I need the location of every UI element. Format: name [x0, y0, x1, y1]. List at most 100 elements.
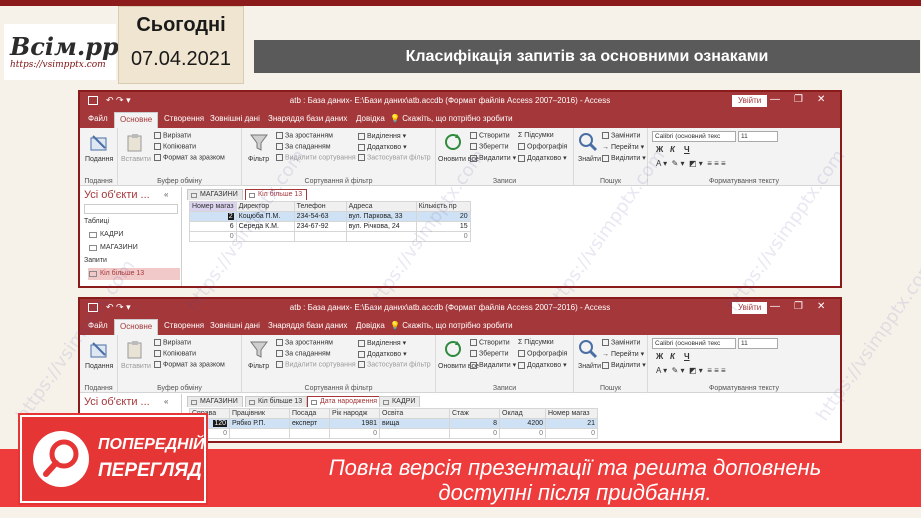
- font-family-select[interactable]: Calibri (основний текс: [652, 338, 736, 349]
- sign-in-button[interactable]: Увійти: [732, 302, 768, 314]
- sort-descending-button[interactable]: За спаданням: [276, 350, 331, 357]
- column-header[interactable]: Рік народж: [329, 408, 380, 419]
- nav-item-mahazyny[interactable]: МАГАЗИНИ: [88, 242, 180, 254]
- nav-pane-collapse-icon[interactable]: «: [164, 190, 168, 199]
- nav-pane-collapse-icon[interactable]: «: [164, 397, 168, 406]
- replace-button[interactable]: Замінити: [602, 132, 640, 139]
- find-button[interactable]: Знайти: [578, 156, 601, 163]
- cell[interactable]: 0: [189, 231, 237, 242]
- column-header[interactable]: Адреса: [345, 201, 417, 212]
- tab-create[interactable]: Створення: [164, 114, 204, 123]
- remove-sort-button[interactable]: Видалити сортування: [276, 361, 356, 368]
- nav-item-query[interactable]: Кіл більше 13: [88, 268, 180, 280]
- undo-icon[interactable]: ↶ ↷ ▾: [106, 302, 131, 313]
- nav-search-input[interactable]: [84, 204, 178, 214]
- italic-button[interactable]: К: [670, 145, 675, 154]
- datasheet-grid[interactable]: Справа Працівник Посада Рік народж Освіт…: [189, 408, 598, 439]
- datasheet-grid[interactable]: Номер магаз Директор Телефон Адреса Кіль…: [189, 201, 471, 242]
- view-icon[interactable]: [88, 339, 110, 361]
- cell[interactable]: 0: [499, 428, 546, 439]
- cell[interactable]: експерт: [289, 418, 330, 429]
- undo-icon[interactable]: ↶ ↷ ▾: [106, 95, 131, 106]
- paste-button[interactable]: Вставити: [121, 156, 151, 163]
- sign-in-button[interactable]: Увійти: [732, 95, 768, 107]
- column-header[interactable]: Освіта: [379, 408, 450, 419]
- refresh-icon[interactable]: [442, 338, 464, 360]
- tab-external-data[interactable]: Зовнішні дані: [210, 114, 260, 123]
- copy-button[interactable]: Копіювати: [154, 143, 196, 150]
- column-header[interactable]: Оклад: [499, 408, 546, 419]
- sort-ascending-button[interactable]: За зростанням: [276, 132, 333, 139]
- spelling-button[interactable]: Орфографія: [518, 143, 567, 150]
- cell[interactable]: [289, 428, 330, 439]
- table-row-new[interactable]: 0 0 0 0 0: [189, 428, 598, 439]
- totals-button[interactable]: Σ Підсумки: [518, 132, 554, 139]
- paste-icon[interactable]: [124, 339, 146, 361]
- more-records-button[interactable]: Додатково ▾: [518, 361, 567, 369]
- cut-button[interactable]: Вирізати: [154, 132, 191, 139]
- font-size-select[interactable]: 11: [738, 131, 778, 142]
- table-row[interactable]: 2 Коцюба П.М. 234-54-63 вул. Паркова, 33…: [189, 211, 471, 222]
- cell[interactable]: 0: [545, 428, 598, 439]
- new-record-button[interactable]: Створити: [470, 339, 510, 346]
- cell[interactable]: [379, 428, 450, 439]
- cell[interactable]: 234-54-63: [293, 211, 347, 222]
- cell[interactable]: 6: [189, 221, 237, 232]
- tab-database-tools[interactable]: Знаряддя бази даних: [268, 114, 347, 123]
- selection-button[interactable]: Виділення ▾: [358, 339, 406, 347]
- select-button[interactable]: Виділити ▾: [602, 361, 646, 369]
- font-size-select[interactable]: 11: [738, 338, 778, 349]
- view-button[interactable]: Подання: [85, 363, 113, 370]
- column-header[interactable]: Директор: [235, 201, 295, 212]
- paste-button[interactable]: Вставити: [121, 363, 151, 370]
- format-painter-button[interactable]: Формат за зразком: [154, 154, 225, 161]
- column-header[interactable]: Кількість пр: [415, 201, 471, 212]
- cell[interactable]: 2: [189, 211, 237, 222]
- tab-home[interactable]: Основне: [114, 319, 159, 335]
- table-row-new[interactable]: 0 0: [189, 231, 471, 242]
- sort-descending-button[interactable]: За спаданням: [276, 143, 331, 150]
- tell-me-box[interactable]: 💡 Скажіть, що потрібно зробити: [390, 114, 513, 123]
- cell[interactable]: вища: [379, 418, 450, 429]
- doc-tab-mahazyny[interactable]: МАГАЗИНИ: [187, 189, 243, 200]
- nav-item-kadry[interactable]: КАДРИ: [88, 229, 180, 241]
- column-header[interactable]: Номер магаз: [189, 201, 237, 212]
- column-header[interactable]: Посада: [289, 408, 330, 419]
- find-icon[interactable]: [577, 338, 599, 360]
- find-icon[interactable]: [577, 131, 599, 153]
- save-record-button[interactable]: Зберегти: [470, 143, 509, 150]
- cut-button[interactable]: Вирізати: [154, 339, 191, 346]
- column-header[interactable]: Телефон: [293, 201, 347, 212]
- doc-tab-birthdate-query[interactable]: Дата народження: [307, 396, 383, 407]
- cell[interactable]: 8: [449, 418, 500, 429]
- tab-file[interactable]: Файл: [88, 321, 108, 330]
- italic-button[interactable]: К: [670, 352, 675, 361]
- bold-button[interactable]: Ж: [656, 352, 663, 361]
- new-record-button[interactable]: Створити: [470, 132, 510, 139]
- font-color-icon[interactable]: A ▾ ✎ ▾ ◩ ▾ ≡ ≡ ≡: [656, 366, 726, 375]
- filter-icon[interactable]: [248, 338, 270, 360]
- cell[interactable]: [293, 231, 347, 242]
- advanced-button[interactable]: Додатково ▾: [358, 143, 407, 151]
- cell[interactable]: 0: [329, 428, 380, 439]
- column-header[interactable]: Стаж: [449, 408, 500, 419]
- tab-create[interactable]: Створення: [164, 321, 204, 330]
- filter-button[interactable]: Фільтр: [248, 156, 269, 163]
- doc-tab-mahazyny[interactable]: МАГАЗИНИ: [187, 396, 243, 407]
- goto-button[interactable]: → Перейти ▾: [602, 143, 644, 151]
- select-button[interactable]: Виділити ▾: [602, 154, 646, 162]
- goto-button[interactable]: → Перейти ▾: [602, 350, 644, 358]
- spelling-button[interactable]: Орфографія: [518, 350, 567, 357]
- doc-tab-query[interactable]: Кіл більше 13: [245, 396, 308, 407]
- cell[interactable]: [345, 231, 417, 242]
- replace-button[interactable]: Замінити: [602, 339, 640, 346]
- cell[interactable]: 15: [415, 221, 471, 232]
- delete-record-button[interactable]: Видалити ▾: [470, 154, 516, 162]
- save-record-button[interactable]: Зберегти: [470, 350, 509, 357]
- format-painter-button[interactable]: Формат за зразком: [154, 361, 225, 368]
- underline-button[interactable]: Ч: [684, 352, 690, 361]
- filter-icon[interactable]: [248, 131, 270, 153]
- sort-ascending-button[interactable]: За зростанням: [276, 339, 333, 346]
- cell[interactable]: 20: [415, 211, 471, 222]
- tab-database-tools[interactable]: Знаряддя бази даних: [268, 321, 347, 330]
